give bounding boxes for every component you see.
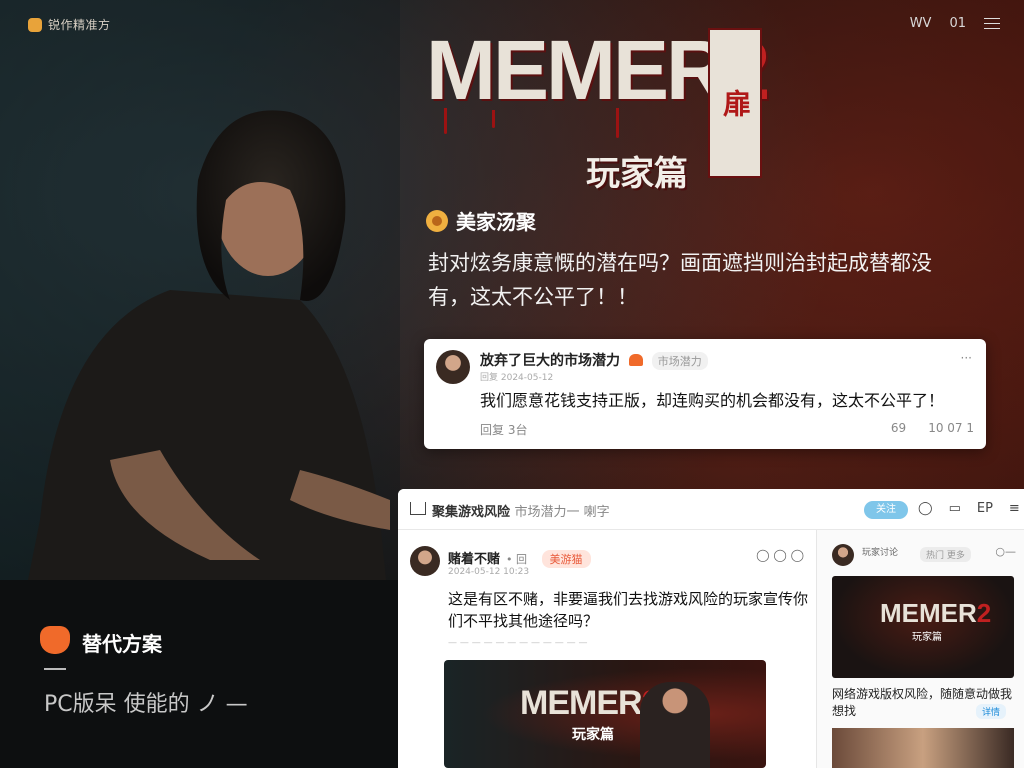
brand-logo-icon [28,17,42,32]
divider [44,668,66,670]
nav-item-2[interactable]: 01 [949,16,966,31]
search-icon[interactable]: ◯ [918,501,933,516]
comment-card[interactable]: 放弃了巨大的市场潜力 市场潜力 ··· 回复 2024-05-12 我们愿意花钱… [424,339,986,449]
reply-link[interactable]: 回复 3台 [480,421,527,438]
blood-drip-decoration [492,110,495,128]
menu-icon[interactable]: ≡ [1009,501,1020,516]
sidebar-image[interactable]: MEMER2 玩家篇 [832,576,1014,678]
message-icon[interactable]: ▭ [949,501,961,516]
heart-logo-icon [40,626,70,654]
like-count[interactable]: 69 [891,421,906,435]
sidebar-image-2[interactable] [832,728,1014,768]
sidebar-author: 玩家讨论 [862,548,899,558]
sidebar-chip[interactable]: 热门 更多 [920,547,971,562]
post-separator: — — — — — — — — — — — — [448,638,588,648]
forum-panel: 聚集游戏风险 市场潜力一 喇字 关注 ◯ ▭ EP ≡ 赌着不赌 • 回 美游猫 … [398,489,1024,768]
post-image-subtitle: 玩家篇 [572,727,614,743]
more-options-icon[interactable]: ··· [961,351,972,365]
panel-toolbar: ◯ ▭ EP ≡ [918,501,1020,516]
comment-stats: 69 10 07 1 [891,421,974,435]
pc-line: PC版呆 使能的 ノ — [44,692,248,717]
top-nav: WV 01 [910,16,1000,31]
avatar[interactable] [832,544,854,566]
ep-icon[interactable]: EP [977,501,993,516]
post-image-logo: MEMER2 [520,684,660,722]
panel-title: 聚集游戏风险 市场潜力一 喇字 [432,505,610,520]
nav-item-1[interactable]: WV [910,16,932,31]
comment-author: 放弃了巨大的市场潜力 市场潜力 [480,350,708,370]
panel-header: 聚集游戏风险 市场潜力一 喇字 关注 ◯ ▭ EP ≡ [398,489,1024,530]
avatar[interactable] [410,546,440,576]
game-logo: MEMER2 扉 玩家篇 [426,28,770,194]
reply-count[interactable]: 10 07 1 [928,421,974,435]
sidebar-detail-pill[interactable]: 详情 [976,704,1007,719]
logo-badge: 扉 [708,28,762,178]
brand-name: 锐作精准方 [48,18,111,32]
comment-text: 我们愿意花钱支持正版，却连购买的机会都没有，这太不公平了！ [480,391,945,410]
character-figure [640,682,710,768]
feed-post[interactable]: 赌着不赌 • 回 美游猫 ◯ ◯ ◯ 2024-05-12 10:23 这是有区不… [398,530,817,768]
sidebar-more-icon[interactable]: ○— [995,545,1016,558]
logo-subtitle: 玩家篇 [586,154,688,194]
sidebar-image-subtitle: 玩家篇 [912,632,942,643]
hero-quote: 封对炫务康意慨的潜在吗？画面遮挡则治封起成替都没有，这太不公平了！！ [428,251,932,309]
blood-drip-decoration [444,108,447,134]
avatar[interactable] [436,350,470,384]
post-tag[interactable]: 美游猫 [541,550,591,568]
post-text: 这是有区不赌，非要逼我们去找游戏风险的玩家宣传你们不平找其他途径吗？ [448,590,809,630]
sidebar-post[interactable]: 玩家讨论 热门 更多 ○— MEMER2 玩家篇 网络游戏版权风险，随随意动做我… [818,530,1024,768]
blood-drip-decoration [616,108,619,138]
author-chip: 市场潜力 [651,352,708,370]
heart-icon [628,354,643,366]
post-actions[interactable]: ◯ ◯ ◯ [756,548,804,562]
post-author: 赌着不赌 • 回 美游猫 [448,548,591,568]
hero-tag-label: 美家汤聚 [456,210,536,234]
comment-meta: 回复 2024-05-12 [480,373,554,383]
coin-icon [426,209,448,232]
sidebar-image-logo: MEMER2 [880,598,992,628]
alt-title: 替代方案 [82,632,162,656]
follow-button[interactable]: 关注 [864,501,908,519]
hero-tag: 美家汤聚 [426,206,536,235]
brand[interactable]: 锐作精准方 [28,16,111,33]
post-image[interactable]: MEMER2 玩家篇 [444,660,766,768]
hamburger-menu-icon[interactable] [984,17,1000,30]
post-meta: 2024-05-12 10:23 [448,567,530,577]
home-icon[interactable] [410,502,426,515]
